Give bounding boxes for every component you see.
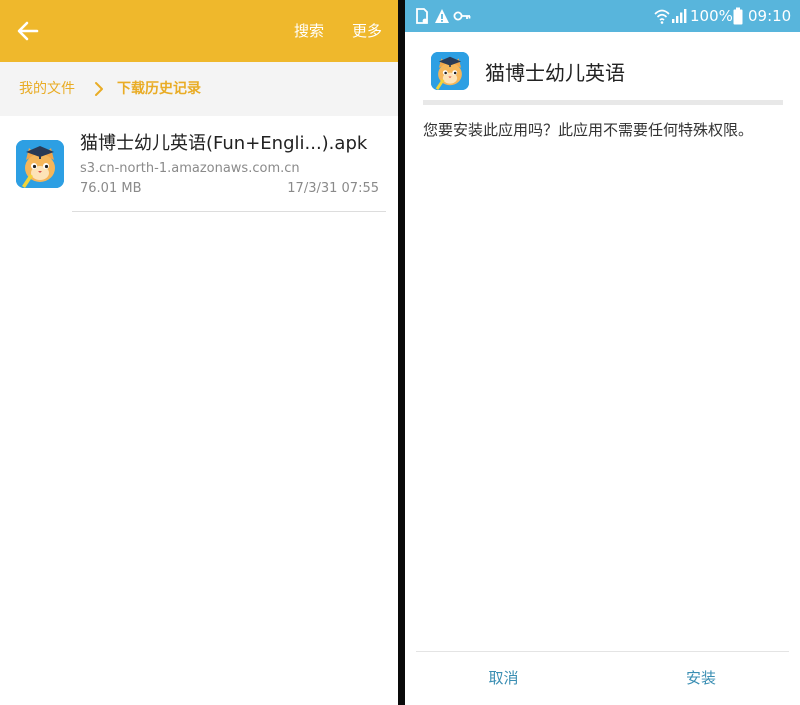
file-manager-screen: 搜索 更多 我的文件 下载历史记录 猫博士幼儿英语(Fun+Engli...).…	[0, 0, 398, 705]
installer-screen: 100% 09:10 猫博士幼儿英语 您要安装此应用吗？此应用不需要任何特殊权限…	[405, 0, 800, 705]
dialog-header-divider	[423, 100, 783, 105]
warning-icon	[435, 9, 449, 23]
breadcrumb-download-history[interactable]: 下载历史记录	[117, 79, 201, 99]
dialog-title: 猫博士幼儿英语	[485, 61, 625, 85]
back-button[interactable]	[10, 13, 46, 49]
wifi-icon	[654, 9, 670, 24]
breadcrumb: 我的文件 下载历史记录	[0, 62, 398, 116]
breadcrumb-my-files[interactable]: 我的文件	[19, 79, 75, 99]
signal-icon	[672, 9, 687, 23]
battery-percent: 100%	[690, 7, 733, 25]
cancel-button[interactable]: 取消	[405, 652, 602, 705]
status-time: 09:10	[748, 7, 792, 25]
arrow-left-icon	[17, 21, 39, 41]
file-date: 17/3/31 07:55	[287, 181, 379, 196]
file-source-url: s3.cn-north-1.amazonaws.com.cn	[80, 161, 300, 176]
install-message: 您要安装此应用吗？此应用不需要任何特殊权限。	[423, 121, 754, 139]
chevron-right-icon	[95, 82, 103, 96]
status-bar: 100% 09:10	[405, 0, 800, 32]
cat-doctor-app-icon	[431, 52, 469, 90]
file-size: 76.01 MB	[80, 181, 142, 196]
dialog-header: 猫博士幼儿英语	[405, 32, 800, 110]
panel-separator	[398, 0, 405, 705]
sd-card-icon	[416, 8, 428, 24]
search-button[interactable]: 搜索	[294, 20, 324, 42]
file-name: 猫博士幼儿英语(Fun+Engli...).apk	[80, 133, 368, 154]
more-button[interactable]: 更多	[352, 20, 382, 42]
file-list-item[interactable]: 猫博士幼儿英语(Fun+Engli...).apk s3.cn-north-1.…	[0, 116, 398, 214]
key-icon	[453, 11, 471, 21]
battery-icon	[733, 7, 743, 25]
list-divider	[72, 211, 386, 212]
install-button[interactable]: 安装	[602, 652, 800, 705]
app-bar: 搜索 更多	[0, 0, 398, 62]
cat-doctor-app-icon	[16, 140, 64, 188]
